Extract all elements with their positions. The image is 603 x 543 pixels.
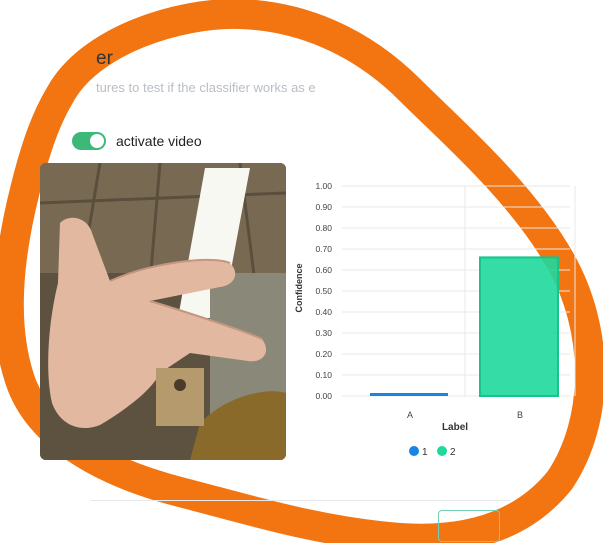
x-tick-label: A — [407, 410, 413, 420]
screen: er tures to test if the classifier works… — [0, 0, 603, 543]
chart-legend[interactable]: 12 — [409, 446, 456, 458]
y-tick-label: 0.70 — [315, 244, 332, 254]
activate-video-toggle[interactable] — [72, 132, 106, 150]
x-tick-label: B — [517, 410, 523, 420]
y-tick-label: 0.10 — [315, 370, 332, 380]
x-axis-label: Label — [442, 422, 468, 433]
page-subtitle: tures to test if the classifier works as… — [96, 80, 316, 95]
y-tick-label: 0.90 — [315, 202, 332, 212]
toggle-knob — [90, 134, 104, 148]
y-tick-label: 0.50 — [315, 286, 332, 296]
bar-A-series-1 — [370, 393, 448, 396]
x-axis-ticks: AB — [407, 410, 523, 420]
legend-swatch — [409, 446, 419, 456]
y-tick-label: 0.80 — [315, 223, 332, 233]
activate-video-row: activate video — [72, 132, 202, 150]
y-tick-label: 0.60 — [315, 265, 332, 275]
footer-button[interactable] — [438, 510, 500, 542]
activate-video-label: activate video — [116, 133, 202, 149]
legend-item-2[interactable]: 2 — [437, 446, 456, 458]
footer-divider — [90, 500, 510, 501]
webcam-video-feed — [40, 163, 286, 460]
page-title: er — [96, 48, 113, 69]
y-tick-label: 0.20 — [315, 349, 332, 359]
legend-label: 2 — [450, 447, 456, 458]
y-tick-label: 0.00 — [315, 391, 332, 401]
y-tick-label: 1.00 — [315, 181, 332, 191]
y-tick-label: 0.30 — [315, 328, 332, 338]
legend-swatch — [437, 446, 447, 456]
bar-B-series-2 — [479, 256, 559, 398]
y-axis-label: Confidence — [294, 263, 304, 312]
webcam-frame-image — [40, 163, 286, 460]
y-axis-ticks: 0.00 0.10 0.20 0.30 0.40 0.50 0.60 0.70 0.80 0.90… — [315, 181, 332, 401]
confidence-bar-chart: 0.00 0.10 0.20 0.30 0.40 0.50 0.60 0.70 0.80 0.90… — [294, 181, 576, 458]
y-tick-label: 0.40 — [315, 307, 332, 317]
legend-item-1[interactable]: 1 — [409, 446, 428, 458]
legend-label: 1 — [422, 447, 428, 458]
